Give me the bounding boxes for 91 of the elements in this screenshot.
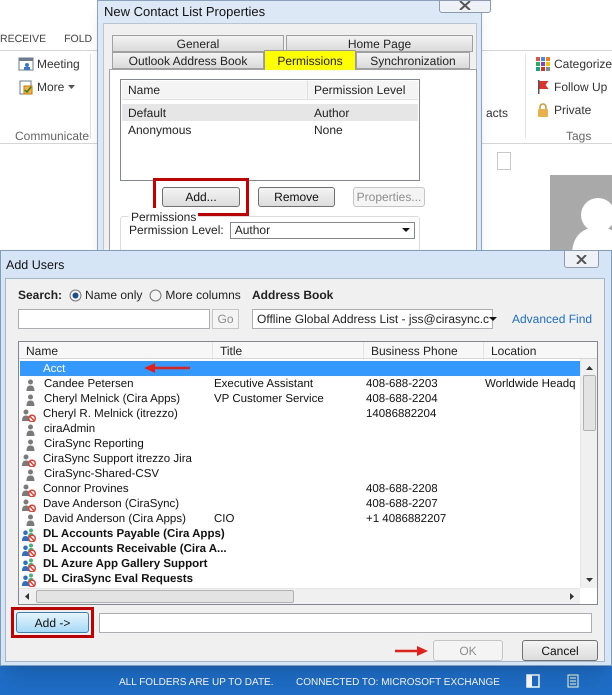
column-header[interactable]: Location <box>484 342 597 360</box>
window-title: Add Users <box>6 257 64 274</box>
scroll-thumb[interactable] <box>36 590 294 603</box>
contact-row[interactable]: DL CiraSync Eval Requests <box>20 571 580 586</box>
column-header[interactable]: Permission Level <box>308 81 418 99</box>
tab[interactable]: Synchronization <box>356 52 470 69</box>
status-text: ALL FOLDERS ARE UP TO DATE. <box>119 676 274 690</box>
advanced-find-link[interactable]: Advanced Find <box>512 310 592 328</box>
group-label: Communicate <box>15 128 90 145</box>
column-header[interactable]: Title <box>213 342 364 360</box>
person-icon <box>26 468 35 482</box>
calendar-icon <box>18 56 34 72</box>
person-icon <box>26 393 35 406</box>
close-button[interactable] <box>439 0 491 13</box>
ribbon-button[interactable]: Follow Up <box>535 79 612 95</box>
caret-icon <box>68 85 76 89</box>
scroll-left-icon[interactable] <box>25 593 29 600</box>
column-header[interactable]: Business Phone <box>364 342 484 360</box>
vertical-scrollbar[interactable] <box>580 359 597 588</box>
permission-level-dropdown[interactable]: Author <box>230 222 415 238</box>
group-blocked-icon <box>22 542 36 557</box>
status-text: CONNECTED TO: MICROSOFT EXCHANGE <box>296 676 500 690</box>
scroll-up-icon[interactable] <box>586 366 592 370</box>
tab[interactable]: General <box>112 35 284 52</box>
cancel-button[interactable]: Cancel <box>522 640 598 661</box>
person-blocked-icon <box>22 452 36 467</box>
field-label: Address Book <box>252 287 334 303</box>
radio-icon[interactable] <box>149 288 162 302</box>
input-field[interactable] <box>497 152 511 170</box>
tab[interactable]: Outlook Address Book <box>112 52 264 69</box>
contact-row[interactable]: ciraAdmin <box>20 421 580 436</box>
contact-row[interactable]: Cheryl Melnick (Cira Apps) VP Customer Service 408-688-2204 <box>20 391 580 406</box>
person-icon <box>26 513 35 526</box>
ribbon-tab[interactable]: FOLD <box>64 32 92 48</box>
add-button[interactable]: Add -> <box>16 612 89 633</box>
contact-row[interactable]: Dave Anderson (CiraSync) 408-688-2207 <box>20 496 580 511</box>
ribbon-button[interactable]: Private <box>535 102 612 118</box>
person-blocked-icon <box>22 482 36 497</box>
group-blocked-icon <box>22 572 36 587</box>
close-icon <box>576 254 587 264</box>
person-icon <box>26 378 35 392</box>
scroll-thumb[interactable] <box>582 375 596 431</box>
contact-row[interactable]: Cheryl R. Melnick (itrezzo) 14086882204 <box>20 406 580 421</box>
column-header[interactable]: Name <box>19 342 213 360</box>
group-blocked-icon <box>22 528 36 542</box>
contact-row[interactable]: CiraSync Reporting <box>20 436 580 451</box>
person-icon <box>26 423 35 436</box>
flag-icon <box>535 79 551 95</box>
dropdown-arrow-icon <box>489 317 498 321</box>
field-label: Search: <box>18 287 62 304</box>
radio-icon[interactable] <box>69 288 82 302</box>
dropdown-arrow-icon <box>402 228 410 232</box>
ribbon-button[interactable]: Categorize <box>535 56 612 72</box>
group-blocked-icon <box>22 558 36 572</box>
tab[interactable]: Permissions <box>264 50 356 70</box>
window-title: New Contact List Properties <box>104 3 266 21</box>
recipients-field[interactable] <box>99 612 592 632</box>
clipboard-icon <box>18 79 34 95</box>
contact-row[interactable]: CiraSync-Shared-CSV <box>20 466 580 481</box>
scroll-down-icon[interactable] <box>586 578 592 582</box>
person-blocked-icon <box>22 498 36 512</box>
scroll-right-icon[interactable] <box>570 593 574 600</box>
close-button[interactable] <box>564 250 599 268</box>
radio-button[interactable]: More columns <box>149 286 241 304</box>
contact-row[interactable]: DL Azure App Gallery Support <box>20 556 580 571</box>
ribbon-button[interactable]: More <box>18 79 80 95</box>
tab[interactable]: Home Page <box>286 35 473 52</box>
dialog-button[interactable]: Add... <box>162 187 240 207</box>
horizontal-scrollbar[interactable] <box>19 588 580 604</box>
column-header[interactable]: Name <box>122 81 308 99</box>
dialog-button[interactable]: Remove <box>258 187 335 207</box>
group-label: Tags <box>566 128 592 145</box>
person-icon <box>26 438 35 452</box>
ribbon-tab[interactable]: RECEIVE <box>0 32 46 48</box>
radio-button[interactable]: Name only <box>69 286 142 304</box>
ribbon-button[interactable]: Meeting <box>18 56 80 72</box>
person-blocked-icon <box>22 408 36 422</box>
search-field[interactable] <box>18 309 210 329</box>
contact-row[interactable]: Candee Petersen Executive Assistant 408-688-2203 Worldwide Headq <box>20 376 580 391</box>
contact-row[interactable]: CiraSync Support itrezzo Jira <box>20 451 580 466</box>
contact-row[interactable]: David Anderson (Cira Apps) CIO +1 4086882207 <box>20 511 580 526</box>
close-icon <box>459 1 471 10</box>
lock-icon <box>535 102 551 118</box>
contact-row[interactable]: DL Accounts Payable (Cira Apps) <box>20 526 580 541</box>
contact-row[interactable]: DL Accounts Receivable (Cira A... <box>20 541 580 556</box>
color-grid-icon <box>535 56 551 72</box>
ribbon-label: acts <box>486 105 508 122</box>
list-row[interactable]: Default Author <box>122 104 418 121</box>
contact-row[interactable]: Connor Provines 408-688-2208 <box>20 481 580 496</box>
reading-view-icon[interactable] <box>566 674 580 688</box>
normal-view-icon[interactable] <box>526 674 540 688</box>
